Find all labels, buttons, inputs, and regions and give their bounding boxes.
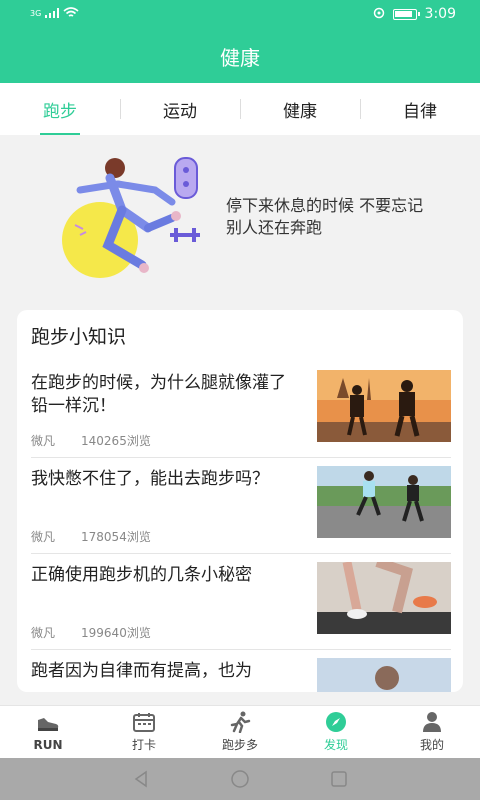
location-icon [373,7,384,19]
home-icon[interactable] [230,769,250,789]
tabbar-item-runmore[interactable]: 跑步多 [192,706,288,758]
app-header: 健康 [0,30,480,83]
article-thumbnail [317,466,451,538]
hero-slogan: 停下来休息的时候 不要忘记别人还在奔跑 [226,196,424,237]
tabbar-label: 打卡 [131,738,156,752]
tab-label: 健康 [283,101,317,122]
tab-exercise[interactable]: 运动 [120,83,240,135]
tabbar-item-discover[interactable]: 发现 [288,706,384,758]
network-label: 3G [30,8,42,18]
article-title: 在跑步的时候，为什么腿就像灌了铅一样沉！ [31,373,286,416]
bottom-tabbar: RUN 打卡 跑步多 发现 我的 [0,705,480,758]
article-author: 微凡 [31,626,56,640]
tab-health[interactable]: 健康 [240,83,360,135]
shoe-icon [38,717,59,731]
page-title: 健康 [220,46,260,70]
tab-running[interactable]: 跑步 [0,83,120,135]
tabbar-label: 发现 [323,738,348,752]
article-thumbnail [317,370,451,442]
article-views: 178054浏览 [81,530,151,544]
tab-label: 自律 [403,101,437,122]
recent-apps-icon[interactable] [330,770,348,788]
tabbar-label: RUN [33,737,63,752]
status-bar: 3G 3:09 [0,0,480,30]
wifi-icon [63,7,79,17]
article-thumbnail [317,562,451,634]
compass-icon [326,712,346,732]
tabbar-label: 我的 [419,738,444,752]
status-time: 3:09 [424,6,456,22]
signal-icon [45,8,60,18]
user-icon [423,712,441,732]
article-author: 微凡 [31,530,56,544]
hero-banner: 停下来休息的时候 不要忘记别人还在奔跑 [0,135,480,300]
article-item[interactable]: 在跑步的时候，为什么腿就像灌了铅一样沉！ 微凡 140265浏览 [31,362,451,458]
tabbar-item-checkin[interactable]: 打卡 [96,706,192,758]
category-tabs: 跑步 运动 健康 自律 [0,83,480,135]
tabbar-item-run[interactable]: RUN [0,706,96,758]
article-title: 跑者因为自律而有提高，也为 [31,661,252,681]
article-views: 199640浏览 [81,626,151,640]
article-item[interactable]: 正确使用跑步机的几条小秘密 微凡 199640浏览 [31,554,451,650]
article-item[interactable]: 跑者因为自律而有提高，也为 [31,650,451,692]
article-item[interactable]: 我快憋不住了，能出去跑步吗？ 微凡 178054浏览 [31,458,451,554]
system-nav-bar [0,758,480,800]
tab-label: 运动 [163,101,197,122]
calendar-icon [133,713,155,732]
tab-label: 跑步 [43,101,77,122]
article-title: 正确使用跑步机的几条小秘密 [31,565,252,585]
runner-illustration [62,157,200,278]
article-author: 微凡 [31,434,56,448]
tabbar-item-mine[interactable]: 我的 [384,706,480,758]
article-thumbnail [317,658,451,692]
back-icon[interactable] [132,770,150,788]
battery-icon [392,8,420,20]
article-views: 140265浏览 [81,434,151,448]
tabbar-label: 跑步多 [221,738,258,752]
knowledge-card: 跑步小知识 在跑步的时候，为什么腿就像灌了铅一样沉！ 微凡 140265浏览 我… [17,310,463,692]
article-title: 我快憋不住了，能出去跑步吗？ [31,469,269,489]
section-title: 跑步小知识 [31,326,127,348]
runner-icon [230,711,251,733]
tab-discipline[interactable]: 自律 [360,83,480,135]
